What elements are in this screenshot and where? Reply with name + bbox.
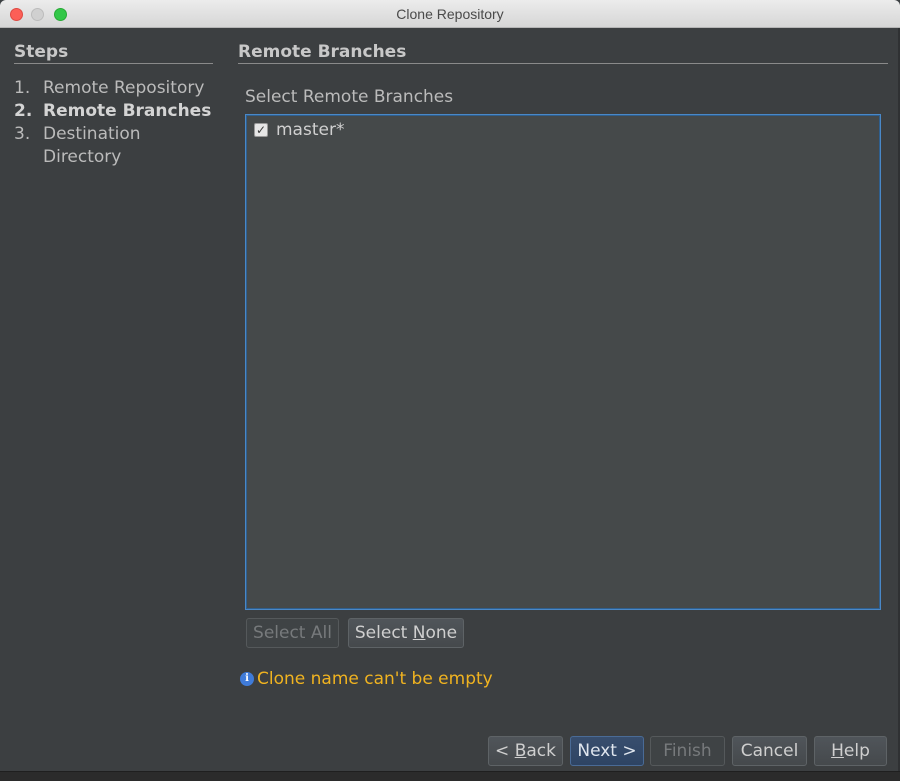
step-number: 2.: [14, 101, 33, 121]
select-none-prefix: Select: [354, 623, 413, 643]
step-item-destination-directory: 3. Destination Directory: [14, 123, 218, 169]
step-label: Destination Directory: [43, 124, 141, 167]
window-title: Clone Repository: [396, 6, 504, 22]
help-button[interactable]: Help: [814, 736, 887, 766]
finish-button[interactable]: Finish: [650, 736, 725, 766]
select-none-suffix: one: [425, 623, 458, 643]
clone-repository-dialog: Clone Repository Steps 1. Remote Reposit…: [0, 0, 900, 781]
validation-message-text: Clone name can't be empty: [257, 669, 493, 689]
panel-title: Remote Branches: [238, 42, 407, 62]
cancel-button[interactable]: Cancel: [732, 736, 807, 766]
branch-list-label: Select Remote Branches: [245, 87, 454, 107]
back-button[interactable]: < Back: [488, 736, 563, 766]
back-prefix: <: [495, 741, 515, 761]
validation-message: i Clone name can't be empty: [240, 669, 493, 689]
next-button[interactable]: Next >: [570, 736, 644, 766]
info-icon: i: [240, 672, 254, 686]
select-all-button[interactable]: Select All: [246, 618, 339, 648]
help-mnemonic: H: [831, 741, 844, 761]
select-none-mnemonic: N: [412, 623, 426, 643]
help-suffix: elp: [843, 741, 870, 761]
step-number: 1.: [14, 78, 31, 98]
step-item-remote-repository: 1. Remote Repository: [14, 77, 218, 100]
steps-panel: Steps 1. Remote Repository 2. Remote Bra…: [0, 28, 226, 728]
steps-list: 1. Remote Repository 2. Remote Branches …: [14, 77, 218, 169]
step-label: Remote Branches: [43, 101, 212, 121]
branch-item-master[interactable]: ✓ master*: [254, 120, 344, 140]
dialog-footer: < Back Next > Finish Cancel Help: [0, 736, 900, 770]
branch-list[interactable]: ✓ master*: [245, 114, 881, 610]
back-mnemonic: B: [514, 741, 527, 761]
select-none-button[interactable]: Select None: [348, 618, 464, 648]
panel-divider: [238, 63, 888, 64]
remote-branches-panel: Remote Branches Select Remote Branches ✓…: [238, 28, 888, 728]
steps-divider: [14, 63, 213, 64]
branch-name: master*: [276, 120, 345, 140]
title-bar[interactable]: Clone Repository: [0, 0, 900, 28]
steps-heading: Steps: [14, 42, 69, 62]
step-label: Remote Repository: [43, 78, 205, 98]
back-suffix: ack: [526, 741, 556, 761]
step-number: 3.: [14, 124, 31, 144]
branch-checkbox[interactable]: ✓: [254, 123, 268, 137]
step-item-remote-branches: 2. Remote Branches: [14, 100, 218, 123]
background-window-strip: [0, 771, 900, 781]
